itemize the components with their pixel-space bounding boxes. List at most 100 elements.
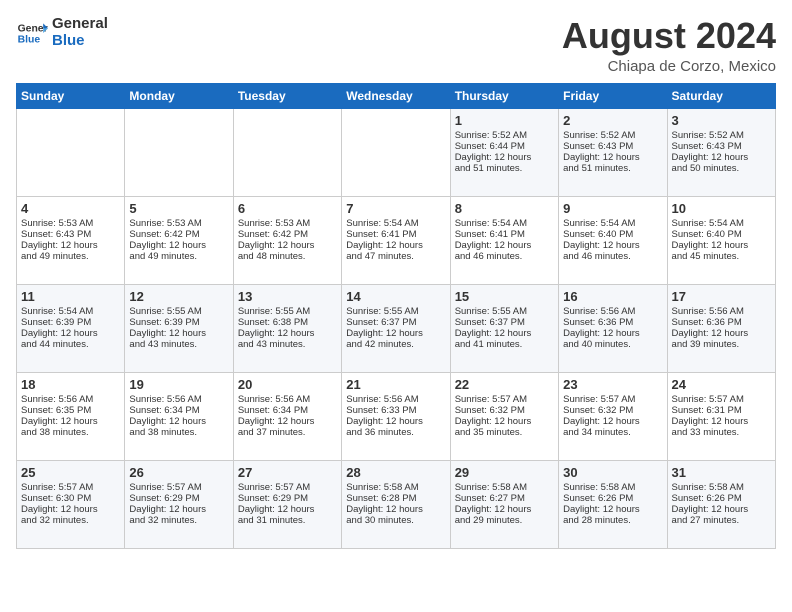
day-info-line: Daylight: 12 hours: [455, 504, 554, 515]
day-info-line: Daylight: 12 hours: [672, 416, 771, 427]
day-info-line: Daylight: 12 hours: [21, 240, 120, 251]
day-number: 30: [563, 465, 662, 480]
day-cell: 16Sunrise: 5:56 AMSunset: 6:36 PMDayligh…: [559, 284, 667, 372]
day-info-line: and 41 minutes.: [455, 339, 554, 350]
day-info-line: Sunset: 6:40 PM: [563, 229, 662, 240]
day-cell: 4Sunrise: 5:53 AMSunset: 6:43 PMDaylight…: [17, 196, 125, 284]
day-info-line: Sunset: 6:36 PM: [563, 317, 662, 328]
month-year: August 2024: [562, 16, 776, 56]
day-info-line: Sunset: 6:36 PM: [672, 317, 771, 328]
day-info-line: Sunrise: 5:55 AM: [238, 306, 337, 317]
day-number: 24: [672, 377, 771, 392]
day-info-line: Sunrise: 5:57 AM: [563, 394, 662, 405]
day-info-line: Sunset: 6:37 PM: [346, 317, 445, 328]
day-cell: 3Sunrise: 5:52 AMSunset: 6:43 PMDaylight…: [667, 108, 775, 196]
day-info-line: Sunrise: 5:57 AM: [238, 482, 337, 493]
day-number: 7: [346, 201, 445, 216]
day-info-line: Sunrise: 5:57 AM: [129, 482, 228, 493]
day-info-line: Sunrise: 5:54 AM: [455, 218, 554, 229]
logo-blue: Blue: [52, 33, 108, 50]
day-number: 31: [672, 465, 771, 480]
day-info-line: Daylight: 12 hours: [563, 240, 662, 251]
day-info-line: Daylight: 12 hours: [21, 504, 120, 515]
day-info-line: Sunrise: 5:55 AM: [346, 306, 445, 317]
day-cell: [17, 108, 125, 196]
day-info-line: Daylight: 12 hours: [21, 328, 120, 339]
day-number: 4: [21, 201, 120, 216]
day-number: 11: [21, 289, 120, 304]
day-info-line: and 38 minutes.: [21, 427, 120, 438]
day-info-line: Sunset: 6:34 PM: [129, 405, 228, 416]
day-info-line: Sunset: 6:32 PM: [563, 405, 662, 416]
day-info-line: Daylight: 12 hours: [672, 152, 771, 163]
day-cell: 22Sunrise: 5:57 AMSunset: 6:32 PMDayligh…: [450, 372, 558, 460]
day-number: 16: [563, 289, 662, 304]
day-cell: 25Sunrise: 5:57 AMSunset: 6:30 PMDayligh…: [17, 460, 125, 548]
page-header: General Blue General Blue August 2024 Ch…: [16, 16, 776, 75]
day-cell: 6Sunrise: 5:53 AMSunset: 6:42 PMDaylight…: [233, 196, 341, 284]
day-info-line: Sunset: 6:29 PM: [129, 493, 228, 504]
day-info-line: Sunset: 6:34 PM: [238, 405, 337, 416]
header-row: SundayMondayTuesdayWednesdayThursdayFrid…: [17, 83, 776, 108]
day-cell: 19Sunrise: 5:56 AMSunset: 6:34 PMDayligh…: [125, 372, 233, 460]
day-number: 27: [238, 465, 337, 480]
day-info-line: and 49 minutes.: [21, 251, 120, 262]
week-row-3: 18Sunrise: 5:56 AMSunset: 6:35 PMDayligh…: [17, 372, 776, 460]
day-info-line: Sunrise: 5:52 AM: [563, 130, 662, 141]
day-cell: 30Sunrise: 5:58 AMSunset: 6:26 PMDayligh…: [559, 460, 667, 548]
day-info-line: and 34 minutes.: [563, 427, 662, 438]
day-info-line: and 46 minutes.: [563, 251, 662, 262]
day-info-line: and 48 minutes.: [238, 251, 337, 262]
day-cell: 1Sunrise: 5:52 AMSunset: 6:44 PMDaylight…: [450, 108, 558, 196]
day-info-line: and 29 minutes.: [455, 515, 554, 526]
day-info-line: Sunrise: 5:52 AM: [672, 130, 771, 141]
day-number: 5: [129, 201, 228, 216]
day-info-line: Sunset: 6:26 PM: [563, 493, 662, 504]
day-number: 28: [346, 465, 445, 480]
day-info-line: Daylight: 12 hours: [563, 152, 662, 163]
day-info-line: Sunset: 6:33 PM: [346, 405, 445, 416]
day-info-line: Sunrise: 5:56 AM: [672, 306, 771, 317]
day-info-line: Sunrise: 5:56 AM: [238, 394, 337, 405]
day-info-line: Daylight: 12 hours: [672, 504, 771, 515]
day-cell: 8Sunrise: 5:54 AMSunset: 6:41 PMDaylight…: [450, 196, 558, 284]
day-info-line: and 40 minutes.: [563, 339, 662, 350]
day-number: 1: [455, 113, 554, 128]
day-info-line: and 37 minutes.: [238, 427, 337, 438]
day-info-line: Daylight: 12 hours: [672, 328, 771, 339]
day-info-line: Daylight: 12 hours: [455, 328, 554, 339]
week-row-4: 25Sunrise: 5:57 AMSunset: 6:30 PMDayligh…: [17, 460, 776, 548]
day-info-line: and 50 minutes.: [672, 163, 771, 174]
day-info-line: and 49 minutes.: [129, 251, 228, 262]
day-cell: 28Sunrise: 5:58 AMSunset: 6:28 PMDayligh…: [342, 460, 450, 548]
day-info-line: Sunset: 6:28 PM: [346, 493, 445, 504]
svg-text:Blue: Blue: [18, 34, 41, 45]
day-info-line: Sunrise: 5:53 AM: [21, 218, 120, 229]
day-info-line: Daylight: 12 hours: [563, 416, 662, 427]
day-info-line: Daylight: 12 hours: [346, 504, 445, 515]
day-info-line: and 47 minutes.: [346, 251, 445, 262]
day-info-line: and 31 minutes.: [238, 515, 337, 526]
title-block: August 2024 Chiapa de Corzo, Mexico: [562, 16, 776, 75]
header-cell-thursday: Thursday: [450, 83, 558, 108]
day-cell: 14Sunrise: 5:55 AMSunset: 6:37 PMDayligh…: [342, 284, 450, 372]
calendar-body: 1Sunrise: 5:52 AMSunset: 6:44 PMDaylight…: [17, 108, 776, 548]
day-info-line: Sunrise: 5:57 AM: [672, 394, 771, 405]
calendar-header: SundayMondayTuesdayWednesdayThursdayFrid…: [17, 83, 776, 108]
day-cell: 9Sunrise: 5:54 AMSunset: 6:40 PMDaylight…: [559, 196, 667, 284]
day-info-line: Daylight: 12 hours: [129, 416, 228, 427]
day-info-line: Sunset: 6:42 PM: [238, 229, 337, 240]
day-number: 14: [346, 289, 445, 304]
header-cell-wednesday: Wednesday: [342, 83, 450, 108]
day-info-line: Sunset: 6:27 PM: [455, 493, 554, 504]
day-info-line: Daylight: 12 hours: [238, 328, 337, 339]
day-cell: 18Sunrise: 5:56 AMSunset: 6:35 PMDayligh…: [17, 372, 125, 460]
day-number: 13: [238, 289, 337, 304]
day-number: 19: [129, 377, 228, 392]
day-info-line: Sunset: 6:31 PM: [672, 405, 771, 416]
day-number: 10: [672, 201, 771, 216]
day-info-line: Sunset: 6:35 PM: [21, 405, 120, 416]
day-info-line: Sunset: 6:39 PM: [129, 317, 228, 328]
day-info-line: and 32 minutes.: [21, 515, 120, 526]
week-row-1: 4Sunrise: 5:53 AMSunset: 6:43 PMDaylight…: [17, 196, 776, 284]
